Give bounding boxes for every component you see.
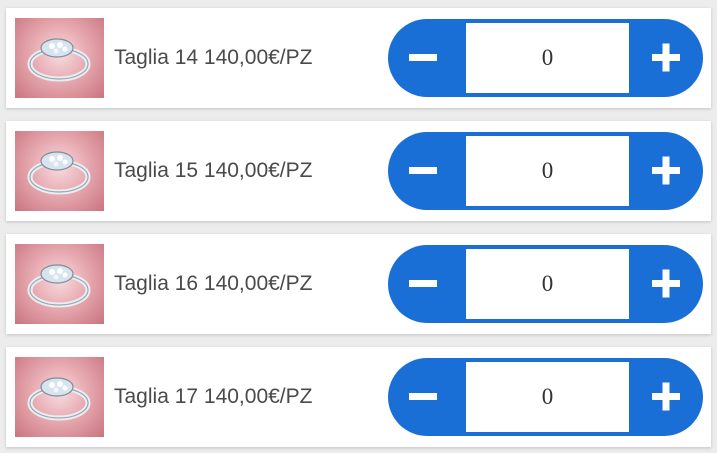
minus-icon: [409, 393, 437, 400]
ring-image: [15, 131, 104, 211]
minus-icon: [409, 167, 437, 174]
increment-button[interactable]: [625, 19, 703, 97]
decrement-button[interactable]: [388, 19, 466, 97]
quantity-input[interactable]: 0: [466, 136, 629, 206]
decrement-button[interactable]: [388, 358, 466, 436]
quantity-stepper: 0: [388, 19, 703, 97]
ring-image: [15, 18, 104, 98]
minus-icon: [409, 280, 437, 287]
plus-icon: [652, 156, 680, 185]
list-item: Taglia 16 140,00€/PZ 0: [6, 234, 711, 334]
increment-button[interactable]: [625, 245, 703, 323]
increment-button[interactable]: [625, 358, 703, 436]
plus-icon: [652, 269, 680, 298]
decrement-button[interactable]: [388, 132, 466, 210]
size-variant-list: Taglia 14 140,00€/PZ 0 Taglia 15 140,00€…: [0, 0, 717, 453]
increment-button[interactable]: [625, 132, 703, 210]
item-label: Taglia 16 140,00€/PZ: [114, 272, 313, 295]
quantity-stepper: 0: [388, 245, 703, 323]
quantity-input[interactable]: 0: [466, 249, 629, 319]
decrement-button[interactable]: [388, 245, 466, 323]
ring-image: [15, 357, 104, 437]
quantity-input[interactable]: 0: [466, 362, 629, 432]
list-item: Taglia 14 140,00€/PZ 0: [6, 8, 711, 108]
quantity-stepper: 0: [388, 132, 703, 210]
list-item: Taglia 15 140,00€/PZ 0: [6, 121, 711, 221]
item-label: Taglia 17 140,00€/PZ: [114, 385, 313, 408]
list-item: Taglia 17 140,00€/PZ 0: [6, 347, 711, 447]
plus-icon: [652, 382, 680, 411]
item-label: Taglia 15 140,00€/PZ: [114, 159, 313, 182]
quantity-stepper: 0: [388, 358, 703, 436]
quantity-input[interactable]: 0: [466, 23, 629, 93]
item-label: Taglia 14 140,00€/PZ: [114, 46, 313, 69]
ring-image: [15, 244, 104, 324]
plus-icon: [652, 43, 680, 72]
minus-icon: [409, 54, 437, 61]
